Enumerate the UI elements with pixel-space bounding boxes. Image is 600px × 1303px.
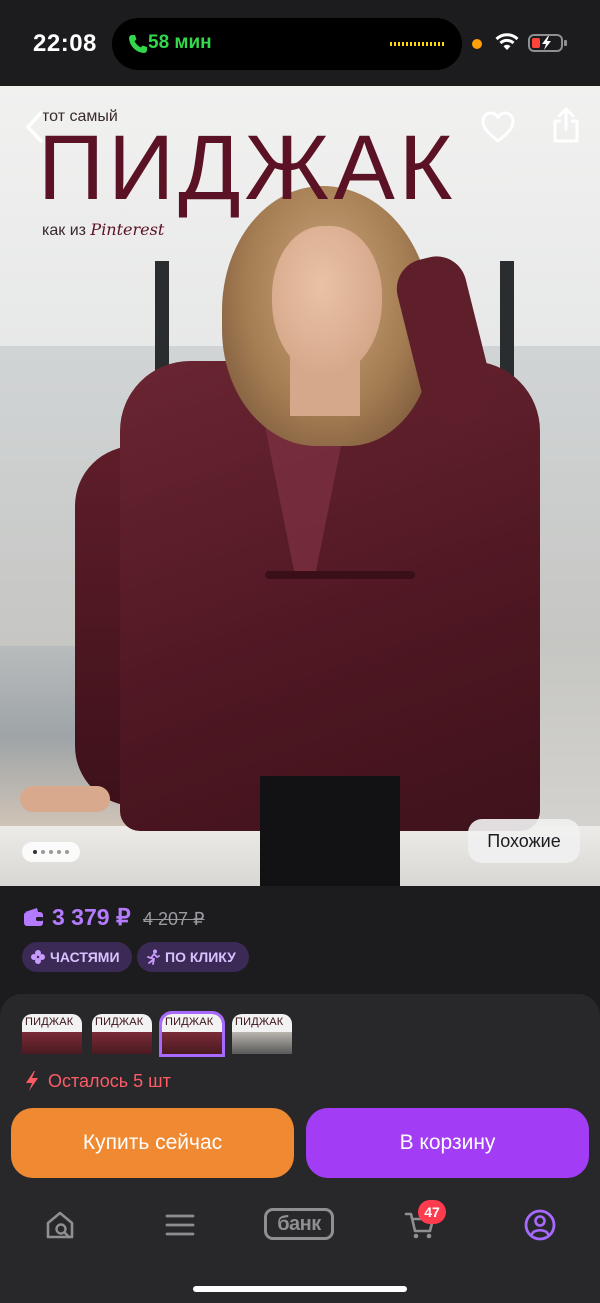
status-time: 22:08 — [33, 30, 97, 57]
installments-badge[interactable]: ЧАСТЯМИ — [22, 942, 132, 972]
stock-warning: Осталось 5 шт — [24, 1070, 171, 1092]
variant-thumbnail-selected[interactable]: ПИДЖАК — [159, 1011, 225, 1057]
running-person-icon — [147, 949, 160, 965]
variant-thumbnail-label: ПИДЖАК — [235, 1016, 284, 1028]
carousel-pager[interactable] — [22, 842, 80, 862]
one-click-badge[interactable]: ПО КЛИКУ — [137, 942, 249, 972]
privacy-indicator — [472, 39, 482, 49]
nav-bank[interactable]: банк — [264, 1208, 334, 1240]
battery-charging-icon — [528, 34, 567, 52]
pinterest-logo: Pinterest — [90, 220, 165, 239]
variant-thumbnail[interactable]: ПИДЖАК — [92, 1014, 152, 1054]
variant-thumbnail[interactable]: ПИДЖАК — [22, 1014, 82, 1054]
current-price: 3 379 ₽ — [52, 904, 131, 930]
stock-text: Осталось 5 шт — [48, 1070, 171, 1091]
product-image-carousel[interactable]: тот самый ПИДЖАК как из Pinterest Похожи… — [0, 86, 600, 886]
installments-icon — [31, 950, 45, 964]
nav-profile[interactable] — [520, 1208, 560, 1242]
menu-icon — [165, 1214, 195, 1236]
one-click-label: ПО КЛИКУ — [165, 949, 236, 965]
variant-thumbnail[interactable]: ПИДЖАК — [232, 1014, 292, 1054]
similar-products-button[interactable]: Похожие — [468, 819, 580, 863]
wifi-icon — [495, 33, 519, 50]
banner-subline-prefix: как из — [42, 222, 86, 239]
back-chevron-icon[interactable] — [22, 110, 48, 144]
pager-dot — [65, 850, 69, 854]
phone-icon — [129, 35, 147, 53]
banner-subline: как из Pinterest — [42, 220, 164, 240]
dynamic-island[interactable]: 58 мин — [112, 18, 462, 70]
bottom-navigation: банк 47 — [0, 1196, 600, 1303]
old-price: 4 207 ₽ — [143, 909, 205, 929]
share-icon[interactable] — [550, 106, 582, 144]
cart-count-badge: 47 — [418, 1200, 446, 1224]
photo-pants — [260, 776, 400, 886]
audio-indicator — [390, 42, 444, 46]
installments-label: ЧАСТЯМИ — [50, 949, 120, 965]
profile-icon — [524, 1209, 556, 1241]
call-duration: 58 мин — [148, 32, 212, 53]
home-indicator[interactable] — [193, 1286, 407, 1292]
nav-home[interactable] — [40, 1208, 80, 1242]
variant-thumbnail-label: ПИДЖАК — [95, 1016, 144, 1028]
photo-face — [272, 226, 382, 376]
pager-dot — [41, 850, 45, 854]
lightning-icon — [26, 1071, 38, 1091]
photo-hand — [20, 786, 110, 812]
pager-dot — [49, 850, 53, 854]
variant-thumbnail-label: ПИДЖАК — [165, 1016, 214, 1028]
add-to-cart-button[interactable]: В корзину — [306, 1108, 589, 1178]
pager-dot-active — [33, 850, 37, 854]
price-block: 3 379 ₽ 4 207 ₽ ЧАСТЯМИ ПО КЛИКУ — [0, 886, 600, 988]
pager-dot — [57, 850, 61, 854]
photo-jacket-belt — [265, 571, 415, 579]
nav-catalog[interactable] — [160, 1208, 200, 1242]
home-search-icon — [46, 1211, 74, 1239]
status-bar: 22:08 58 мин — [0, 0, 600, 86]
buy-now-button[interactable]: Купить сейчас — [11, 1108, 294, 1178]
variant-thumbnail-label: ПИДЖАК — [25, 1016, 74, 1028]
banner-headline: ПИДЖАК — [38, 117, 457, 219]
heart-icon[interactable] — [480, 110, 516, 144]
wallet-icon — [24, 908, 43, 926]
